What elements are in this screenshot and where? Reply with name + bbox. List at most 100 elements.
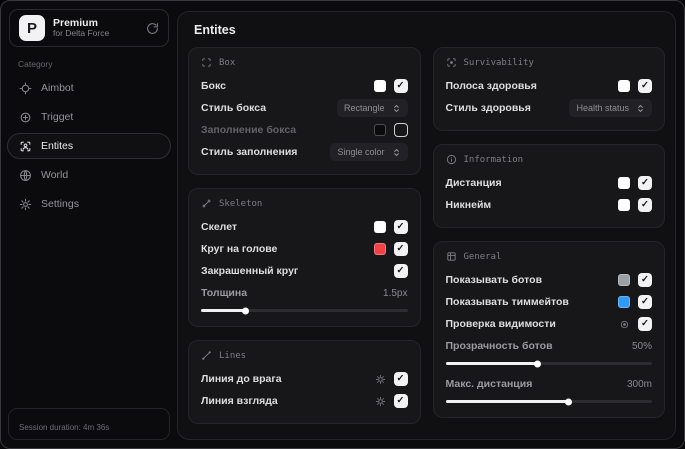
color-swatch[interactable]: [618, 199, 630, 211]
bot-opacity-slider-group: Прозрачность ботов 50%: [445, 336, 652, 365]
page-title: Entites: [194, 23, 236, 37]
setting-row: Стиль здоровья Health status: [445, 97, 652, 119]
color-swatch[interactable]: [373, 243, 386, 255]
panel-title: Lines: [219, 350, 247, 361]
color-swatch[interactable]: [618, 177, 630, 189]
fill-style-dropdown[interactable]: Single color: [330, 143, 408, 161]
person-scan-icon: [19, 140, 32, 153]
checkbox[interactable]: [638, 317, 652, 331]
setting-row: Линия взгляда: [201, 390, 408, 412]
box-scan-icon: [201, 57, 212, 68]
panel-title: Box: [219, 57, 236, 68]
color-swatch[interactable]: [373, 124, 386, 136]
setting-label: Никнейм: [445, 199, 492, 211]
line-settings-icon[interactable]: [375, 396, 386, 407]
panel-survivability: Survivability Полоса здоровья Стиль здор…: [432, 47, 665, 131]
panel-skeleton: Skeleton Скелет Круг на голове: [188, 188, 421, 327]
setting-row: Закрашенный круг: [201, 260, 408, 282]
setting-row: Показывать тиммейтов: [446, 291, 652, 313]
visibility-icon[interactable]: [619, 319, 630, 330]
main-content: Entites Box Бокс ✓ Стиль бокса Rectangle…: [177, 11, 676, 440]
checkbox[interactable]: [393, 372, 408, 386]
session-duration: Session duration: 4m 36s: [19, 423, 110, 432]
sync-icon[interactable]: [146, 22, 159, 35]
sidebar-nav: Aimbot Trigget Entites World Settings: [1, 75, 177, 217]
bot-opacity-slider[interactable]: [445, 362, 652, 365]
setting-row: Линия до врага: [201, 368, 408, 390]
setting-row: Стиль заполнения Single color: [201, 141, 408, 163]
setting-label: Проверка видимости: [445, 318, 556, 330]
sidebar: P Premium for Delta Force Category Aimbo…: [1, 1, 177, 448]
setting-row: Дистанция: [445, 172, 652, 194]
info-icon: [446, 154, 457, 165]
slider-value: 1.5px: [383, 287, 408, 299]
bone-icon: [201, 198, 212, 209]
slider-value: 50%: [631, 340, 652, 352]
color-swatch[interactable]: [373, 221, 386, 233]
sidebar-item-settings[interactable]: Settings: [7, 191, 171, 217]
checkbox[interactable]: [393, 242, 408, 256]
category-label: Category: [18, 59, 53, 69]
color-swatch[interactable]: [618, 80, 630, 92]
unfold-icon: [392, 104, 401, 113]
app-logo: P: [19, 15, 45, 41]
setting-row: Никнейм: [445, 194, 652, 216]
panel-title: Survivability: [463, 57, 534, 68]
slider-value: 300m: [626, 378, 652, 390]
setting-row: Показывать ботов: [446, 269, 652, 291]
setting-label: Прозрачность ботов: [445, 340, 553, 352]
line-settings-icon[interactable]: [375, 374, 386, 385]
box-style-dropdown[interactable]: Rectangle: [336, 99, 408, 117]
checkbox[interactable]: [638, 295, 652, 309]
health-style-dropdown[interactable]: Health status: [569, 99, 652, 117]
sidebar-item-aimbot[interactable]: Aimbot: [7, 75, 171, 101]
setting-row: Скелет: [201, 216, 408, 238]
setting-label: Линия до врага: [201, 373, 282, 385]
color-swatch[interactable]: [618, 296, 630, 308]
setting-label: Стиль заполнения: [201, 146, 298, 158]
setting-row: Бокс: [201, 75, 408, 97]
focus-icon: [446, 57, 457, 68]
panel-title: General: [463, 251, 502, 262]
unfold-icon: [392, 148, 401, 157]
thickness-slider-group: Толщина 1.5px: [201, 283, 408, 312]
session-card: Session duration: 4m 36s: [8, 408, 170, 440]
panel-lines: Lines Линия до врага Линия взгляда: [188, 340, 421, 424]
checkbox[interactable]: [638, 273, 652, 287]
checkbox[interactable]: [393, 264, 408, 278]
checkbox[interactable]: [638, 176, 652, 190]
setting-label: Линия взгляда: [201, 395, 278, 407]
setting-label: Дистанция: [445, 177, 502, 189]
checkbox[interactable]: [638, 198, 652, 212]
panel-title: Information: [463, 154, 524, 165]
checkbox[interactable]: [393, 394, 408, 408]
sidebar-item-label: World: [41, 169, 69, 181]
setting-label: Бокс: [201, 80, 226, 92]
panel-general: General Показывать ботов Показывать тимм…: [432, 241, 665, 418]
sidebar-item-label: Trigget: [41, 111, 74, 123]
app-window: P Premium for Delta Force Category Aimbo…: [0, 0, 685, 449]
checkbox[interactable]: [638, 79, 652, 93]
setting-row: Круг на голове: [201, 238, 408, 260]
crosshair-icon: [19, 82, 32, 95]
setting-row: Проверка видимости: [445, 313, 652, 335]
setting-row: Заполнение бокса: [201, 119, 408, 141]
checkbox[interactable]: [393, 220, 408, 234]
setting-label: Стиль бокса: [201, 102, 267, 114]
sidebar-item-trigget[interactable]: Trigget: [7, 104, 171, 130]
scope-icon: [19, 111, 32, 124]
sidebar-item-entites[interactable]: Entites: [7, 133, 171, 159]
thickness-slider[interactable]: [201, 309, 408, 312]
checkbox[interactable]: [393, 79, 408, 93]
color-swatch[interactable]: [618, 274, 630, 286]
brand-card: P Premium for Delta Force: [9, 9, 169, 47]
globe-icon: [19, 169, 32, 182]
panel-title: Skeleton: [219, 198, 263, 209]
checkbox[interactable]: [393, 123, 408, 137]
setting-row: Полоса здоровья: [446, 75, 652, 97]
color-swatch[interactable]: [373, 80, 386, 92]
setting-label: Стиль здоровья: [445, 102, 531, 114]
line-icon: [201, 350, 212, 361]
max-distance-slider[interactable]: [445, 400, 652, 403]
sidebar-item-world[interactable]: World: [7, 162, 171, 188]
